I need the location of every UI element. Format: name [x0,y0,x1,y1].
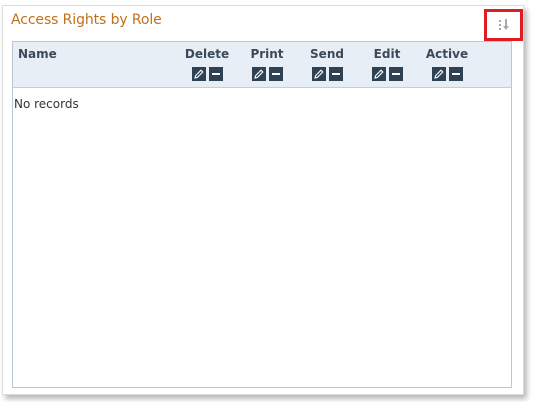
column-header-delete: Delete [184,47,230,61]
minus-icon [211,73,220,75]
minus-icon [331,73,340,75]
pencil-icon [253,69,264,79]
column-header-print: Print [250,47,284,61]
pencil-icon [373,69,384,79]
empty-message: No records [14,97,79,111]
minus-icon [271,73,280,75]
panel-title: Access Rights by Role [11,12,162,28]
edit-all-send-button[interactable] [311,67,326,81]
clear-all-send-button[interactable] [328,67,343,81]
pencil-icon [193,69,204,79]
column-delete: Delete [177,47,237,81]
edit-all-edit-button[interactable] [371,67,386,81]
edit-all-print-button[interactable] [251,67,266,81]
column-header-edit: Edit [373,47,401,61]
clear-all-delete-button[interactable] [208,67,223,81]
grid-header: Name Delete Print Send Edit Active [13,42,511,88]
minus-icon [451,73,460,75]
column-edit: Edit [357,47,417,81]
edit-all-delete-button[interactable] [191,67,206,81]
column-header-send: Send [310,47,344,61]
clear-all-active-button[interactable] [448,67,463,81]
column-print: Print [237,47,297,81]
column-header-name[interactable]: Name [18,47,57,61]
access-rights-grid: Name Delete Print Send Edit Active No re… [12,41,512,388]
pencil-icon [433,69,444,79]
clear-all-print-button[interactable] [268,67,283,81]
clear-all-edit-button[interactable] [388,67,403,81]
pencil-icon [313,69,324,79]
column-send: Send [297,47,357,81]
sort-icon [498,19,509,30]
access-rights-panel: Access Rights by Role Name Delete Print … [2,5,524,395]
column-header-active: Active [425,47,469,61]
column-active: Active [417,47,477,81]
edit-all-active-button[interactable] [431,67,446,81]
sort-button[interactable] [484,9,523,41]
minus-icon [391,73,400,75]
